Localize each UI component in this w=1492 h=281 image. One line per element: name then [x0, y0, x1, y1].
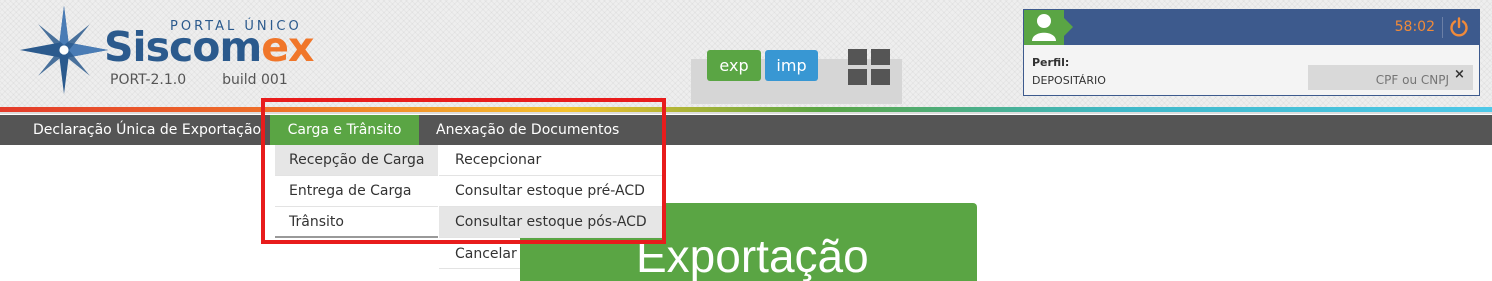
submenu-item-cancelar[interactable]: Cancelar	[439, 240, 520, 269]
submenu-item-entrega[interactable]: Entrega de Carga	[275, 176, 438, 207]
version-number: PORT-2.1.0	[110, 72, 187, 88]
submenu-carga-transito: Recepção de Carga Entrega de Carga Trâns…	[275, 145, 438, 238]
user-panel: 58:02 Perfil: DEPOSITÁRIO ×	[1023, 9, 1480, 96]
brand-part-1: Siscom	[104, 23, 262, 71]
submenu-item-transito[interactable]: Trânsito	[275, 207, 438, 238]
version-info: PORT-2.1.0 build 001	[110, 72, 288, 88]
close-icon[interactable]: ×	[1454, 67, 1465, 82]
avatar-notch	[1064, 18, 1073, 36]
divider	[1442, 17, 1443, 38]
main-menu-bar: Declaração Única de Exportação Carga e T…	[0, 115, 1492, 145]
submenu-item-consultar-pre-acd[interactable]: Consultar estoque pré-ACD	[439, 176, 663, 207]
perfil-value: DEPOSITÁRIO	[1032, 74, 1106, 87]
submenu-recepcao-carga: Recepcionar Consultar estoque pré-ACD Co…	[439, 145, 663, 238]
imp-module-button[interactable]: imp	[765, 50, 818, 81]
user-panel-top-bar: 58:02	[1024, 10, 1479, 45]
compass-star-logo-icon	[19, 5, 109, 95]
session-timer: 58:02	[1394, 19, 1435, 35]
menu-item-carga-transito[interactable]: Carga e Trânsito	[270, 115, 419, 145]
cpf-cnpj-input[interactable]	[1308, 65, 1473, 90]
perfil-label: Perfil:	[1032, 56, 1070, 69]
menu-item-anexacao[interactable]: Anexação de Documentos	[424, 115, 631, 145]
build-number: build 001	[222, 72, 288, 88]
avatar[interactable]	[1024, 10, 1064, 45]
user-avatar-icon	[1032, 14, 1056, 41]
divider-shadow	[0, 112, 1492, 114]
power-icon[interactable]	[1449, 17, 1469, 37]
menu-item-declaracao[interactable]: Declaração Única de Exportação	[21, 115, 273, 145]
submenu-item-recepcao[interactable]: Recepção de Carga	[275, 145, 438, 176]
brand-part-2: ex	[261, 23, 314, 71]
submenu-item-consultar-pos-acd[interactable]: Consultar estoque pós-ACD	[439, 207, 663, 238]
siscomex-brand: Siscomex	[104, 21, 314, 73]
header: PORTAL ÚNICO Siscomex PORT-2.1.0 build 00…	[0, 0, 1492, 110]
submenu-item-recepcionar[interactable]: Recepcionar	[439, 145, 663, 176]
exp-module-button[interactable]: exp	[707, 50, 761, 81]
exportacao-panel-title: Exportação	[636, 230, 869, 281]
grid-apps-icon[interactable]	[848, 49, 890, 85]
